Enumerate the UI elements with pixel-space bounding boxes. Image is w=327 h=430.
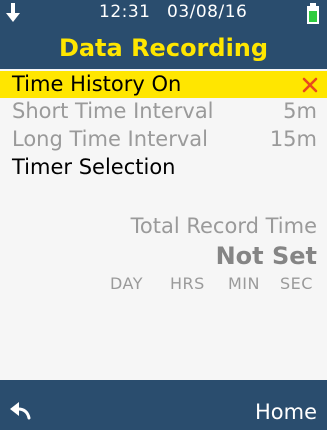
footer-bar: Home [0,380,327,430]
close-icon[interactable] [302,77,318,93]
status-date: 03/08/16 [167,2,248,22]
battery-icon [307,3,319,24]
time-units-row: DAY HRS MIN SEC [110,272,322,296]
menu-item-label: Time History On [12,72,182,96]
menu-item-label: Timer Selection [12,155,176,179]
menu-item-label: Long Time Interval [12,127,208,151]
menu-item-long-time-interval[interactable]: Long Time Interval 15m [0,126,327,153]
menu-item-label: Short Time Interval [12,99,214,123]
header: 12:31 03/08/16 Data Recording [0,0,327,69]
menu-item-value: 5m [283,99,317,123]
back-arrow-icon[interactable] [10,402,32,420]
status-time: 12:31 [99,2,151,22]
status-bar: 12:31 03/08/16 [0,0,327,28]
unit-day-label: DAY [110,274,144,293]
menu-item-time-history[interactable]: Time History On [0,71,327,98]
menu-item-value: 15m [269,127,317,151]
total-record-time-label: Total Record Time [130,214,317,238]
menu-item-short-time-interval[interactable]: Short Time Interval 5m [0,98,327,125]
down-arrow-icon [6,3,20,22]
unit-hrs-label: HRS [170,274,205,293]
menu-item-timer-selection[interactable]: Timer Selection [0,154,327,181]
unit-sec-label: SEC [280,274,313,293]
total-record-time-value: Not Set [215,242,317,270]
home-button[interactable]: Home [255,398,317,426]
unit-min-label: MIN [228,274,260,293]
page-title: Data Recording [58,34,269,62]
